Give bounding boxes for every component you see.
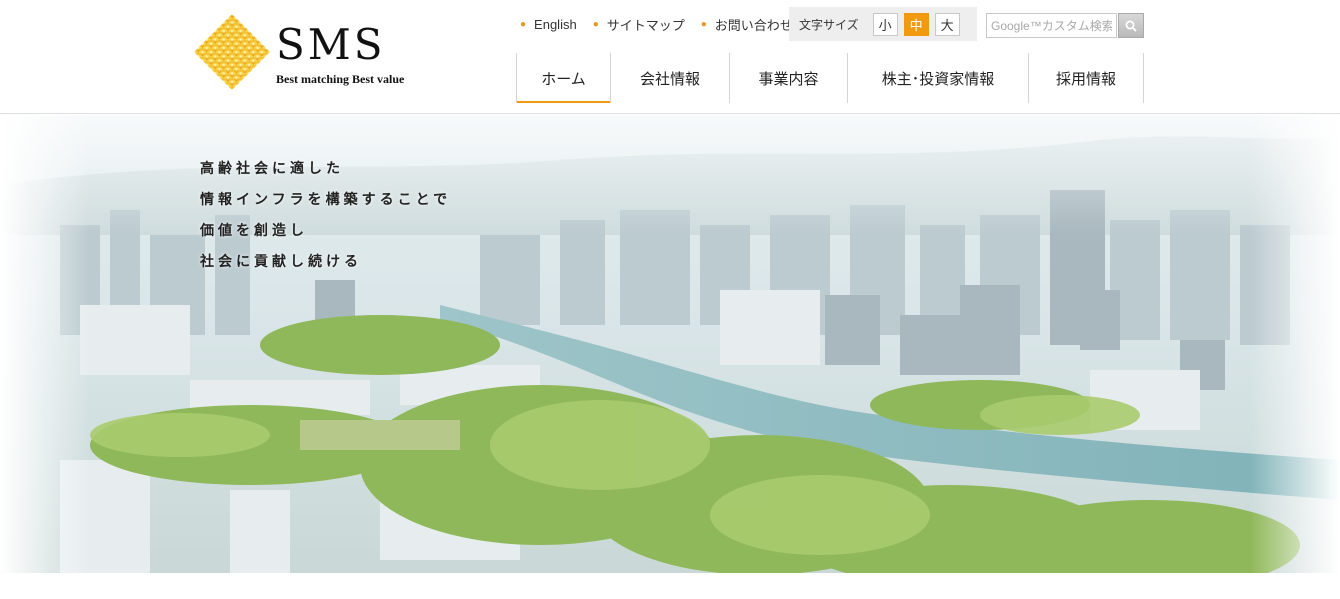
hero-message: 高齢社会に適した 情報インフラを構築することで 価値を創造し 社会に貢献し続ける [200, 159, 451, 283]
nav-recruit[interactable]: 採用情報 [1029, 53, 1144, 103]
font-size-small-button[interactable]: 小 [872, 12, 898, 36]
logo-diamond-icon [194, 14, 270, 90]
global-nav: ホーム 会社情報 事業内容 株主･投資家情報 採用情報 [516, 53, 1144, 103]
english-link[interactable]: ● English [520, 17, 577, 32]
nav-business[interactable]: 事業内容 [730, 53, 848, 103]
hero-line-4: 社会に貢献し続ける [200, 254, 362, 270]
search-button[interactable] [1118, 13, 1144, 38]
font-size-label: 文字サイズ [799, 17, 859, 32]
font-size-medium-button[interactable]: 中 [903, 12, 929, 36]
hero-line-1: 高齢社会に適した [200, 161, 344, 177]
site-logo[interactable]: SMS Best matching Best value [194, 14, 404, 90]
search-input[interactable] [986, 13, 1117, 38]
hero-line-2: 情報インフラを構築することで [200, 192, 452, 208]
font-size-switcher: 文字サイズ 小 中 大 [789, 7, 977, 41]
utility-nav: ● English ● サイトマップ ● お問い合わせ [520, 13, 809, 35]
logo-wordmark: SMS [276, 20, 386, 69]
contact-link[interactable]: ● お問い合わせ [701, 15, 793, 34]
sitemap-link[interactable]: ● サイトマップ [593, 15, 685, 34]
site-header: SMS Best matching Best value ● English ● サ… [0, 0, 1340, 114]
nav-home[interactable]: ホーム [516, 53, 611, 103]
bullet-icon: ● [700, 18, 707, 30]
nav-company[interactable]: 会社情報 [611, 53, 730, 103]
hero-line-3: 価値を創造し [200, 223, 308, 239]
font-size-large-button[interactable]: 大 [934, 12, 960, 36]
bullet-icon: ● [520, 18, 527, 30]
bullet-icon: ● [592, 18, 599, 30]
nav-investors[interactable]: 株主･投資家情報 [848, 53, 1029, 103]
hero-banner: 高齢社会に適した 情報インフラを構築することで 価値を創造し 社会に貢献し続ける [0, 115, 1340, 573]
search-icon [1125, 20, 1137, 32]
site-search [986, 13, 1144, 38]
logo-tagline: Best matching Best value [276, 72, 405, 86]
